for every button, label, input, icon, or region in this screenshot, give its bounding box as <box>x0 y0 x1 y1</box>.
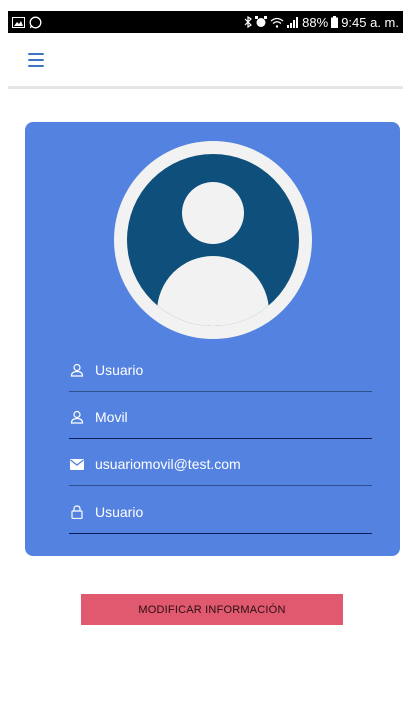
status-left <box>12 16 42 29</box>
bluetooth-icon <box>244 16 253 28</box>
alarm-icon <box>255 16 268 28</box>
lastname-field[interactable]: Movil <box>69 395 372 439</box>
username-value: Usuario <box>95 362 144 378</box>
lastname-value: Movil <box>95 409 128 425</box>
password-field[interactable]: Usuario <box>69 490 372 534</box>
user-avatar-icon <box>127 154 299 326</box>
app-bar <box>8 33 403 89</box>
email-icon <box>69 456 85 472</box>
battery-icon <box>331 16 339 28</box>
status-right: 88% 9:45 a. m. <box>244 15 399 30</box>
gallery-notification-icon <box>12 16 25 28</box>
signal-icon <box>287 16 299 28</box>
wifi-icon <box>270 17 284 28</box>
username-field[interactable]: Usuario <box>69 348 372 392</box>
modify-info-button[interactable]: MODIFICAR INFORMACIÓN <box>81 594 343 625</box>
email-value: usuariomovil@test.com <box>95 456 241 472</box>
clock: 9:45 a. m. <box>341 14 399 30</box>
status-bar: 88% 9:45 a. m. <box>8 11 403 33</box>
email-field[interactable]: usuariomovil@test.com <box>69 442 372 486</box>
avatar-frame <box>114 141 312 339</box>
hamburger-menu-icon[interactable] <box>28 53 44 67</box>
profile-card: Usuario Movil usuariomovil@test.com Usua… <box>25 122 400 556</box>
lock-icon <box>69 504 85 520</box>
whatsapp-notification-icon <box>29 16 42 29</box>
battery-percentage: 88% <box>302 14 329 30</box>
user-outline-icon <box>69 409 85 425</box>
user-outline-icon <box>69 362 85 378</box>
password-value: Usuario <box>95 504 144 520</box>
